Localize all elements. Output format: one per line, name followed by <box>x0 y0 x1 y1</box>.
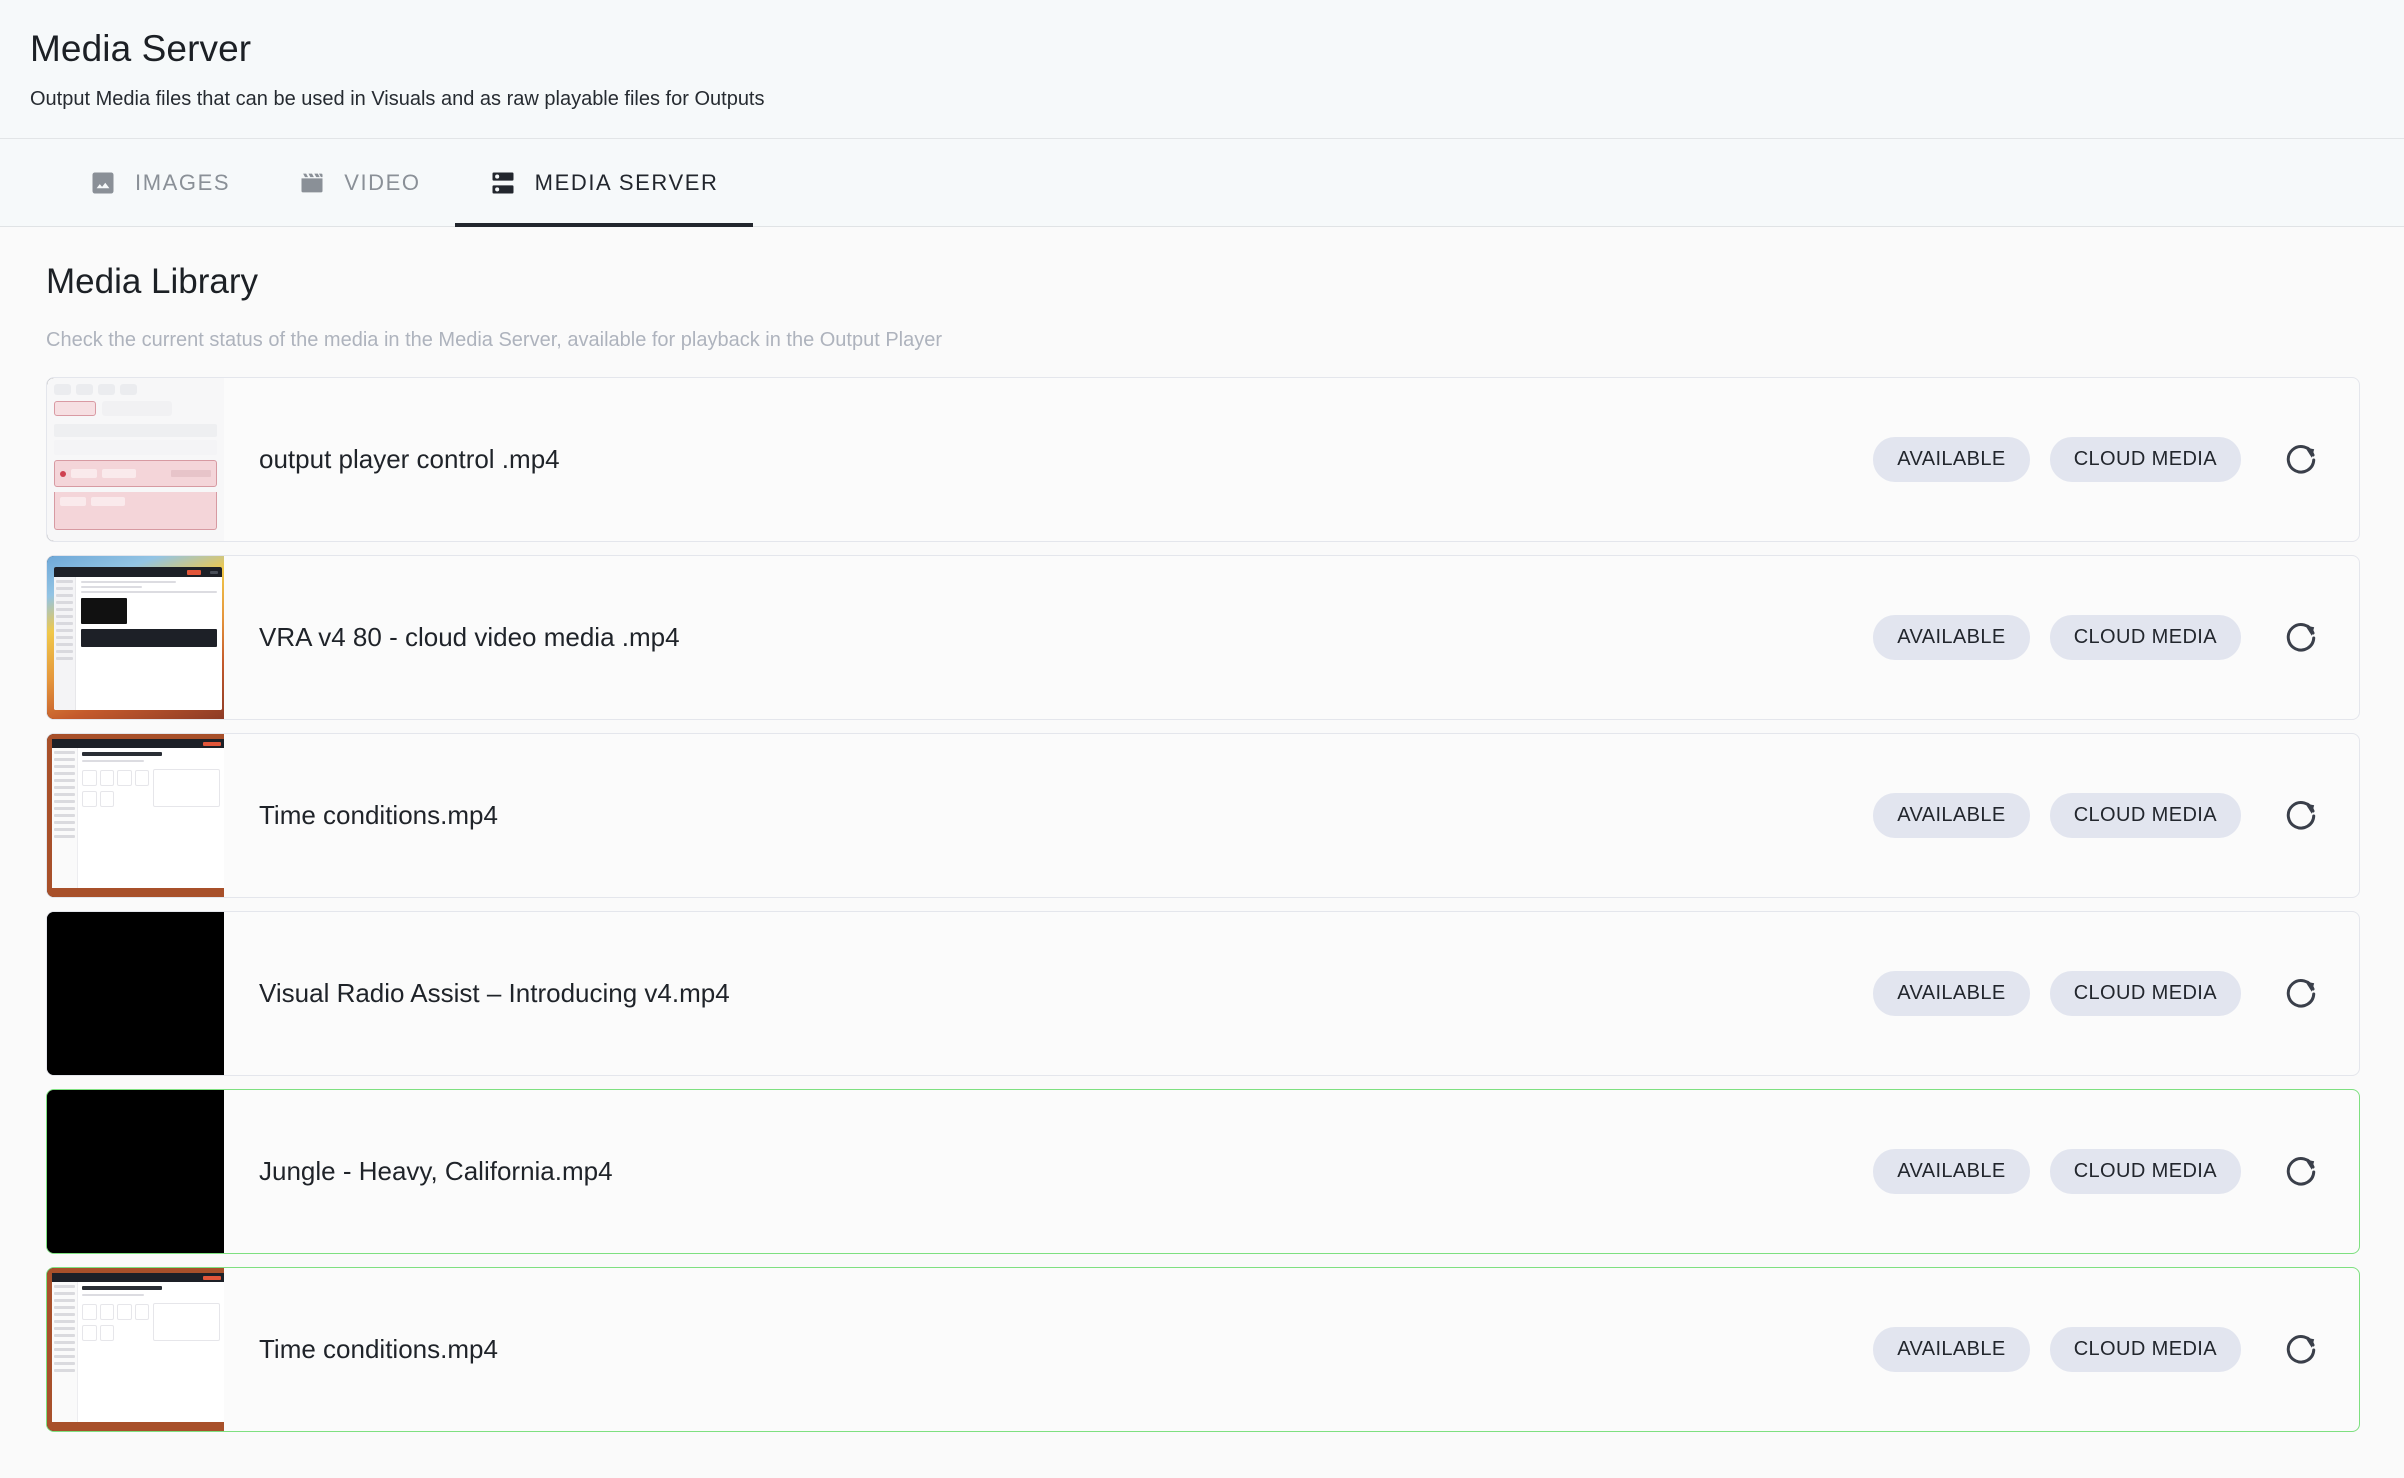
media-thumbnail <box>47 1268 224 1432</box>
media-row[interactable]: Time conditions.mp4 AVAILABLE CLOUD MEDI… <box>46 733 2360 899</box>
refresh-icon[interactable] <box>2275 434 2327 486</box>
status-badge[interactable]: AVAILABLE <box>1873 1327 2030 1373</box>
library-subtitle: Check the current status of the media in… <box>46 329 943 352</box>
tab-images[interactable]: IMAGES <box>55 139 264 226</box>
media-name: Time conditions.mp4 <box>259 800 498 831</box>
movie-icon <box>298 169 326 197</box>
media-row[interactable]: VRA v4 80 - cloud video media .mp4 AVAIL… <box>46 555 2360 721</box>
tab-bar: IMAGES VIDEO MEDIA SERVER <box>0 139 2404 228</box>
source-badge[interactable]: CLOUD MEDIA <box>2049 1149 2241 1195</box>
source-badge[interactable]: CLOUD MEDIA <box>2049 615 2241 661</box>
row-actions: AVAILABLE CLOUD MEDIA <box>1873 612 2359 664</box>
media-row[interactable]: output player control .mp4 AVAILABLE CLO… <box>46 377 2360 543</box>
page-subtitle: Output Media files that can be used in V… <box>30 88 765 111</box>
refresh-icon[interactable] <box>2275 1324 2327 1376</box>
media-thumbnail <box>47 378 224 542</box>
refresh-icon[interactable] <box>2275 1146 2327 1198</box>
row-actions: AVAILABLE CLOUD MEDIA <box>1873 968 2359 1020</box>
source-badge[interactable]: CLOUD MEDIA <box>2049 437 2241 483</box>
media-name: Jungle - Heavy, California.mp4 <box>259 1156 613 1187</box>
tab-media-server-label: MEDIA SERVER <box>534 169 719 195</box>
media-row[interactable]: Visual Radio Assist – Introducing v4.mp4… <box>46 911 2360 1077</box>
media-row[interactable]: Time conditions.mp4 AVAILABLE CLOUD MEDI… <box>46 1267 2360 1433</box>
tab-images-label: IMAGES <box>135 169 231 195</box>
library-title: Media Library <box>46 262 259 302</box>
media-thumbnail <box>47 1090 224 1254</box>
source-badge[interactable]: CLOUD MEDIA <box>2049 971 2241 1017</box>
media-thumbnail <box>47 556 224 720</box>
tab-video[interactable]: VIDEO <box>264 139 454 226</box>
media-list: output player control .mp4 AVAILABLE CLO… <box>46 377 2360 1433</box>
dns-icon <box>489 169 517 197</box>
refresh-icon[interactable] <box>2275 968 2327 1020</box>
page-title: Media Server <box>30 28 252 69</box>
media-row[interactable]: Jungle - Heavy, California.mp4 AVAILABLE… <box>46 1089 2360 1255</box>
status-badge[interactable]: AVAILABLE <box>1873 615 2030 661</box>
status-badge[interactable]: AVAILABLE <box>1873 793 2030 839</box>
tab-video-label: VIDEO <box>344 169 421 195</box>
source-badge[interactable]: CLOUD MEDIA <box>2049 793 2241 839</box>
media-name: output player control .mp4 <box>259 444 560 475</box>
tab-media-server[interactable]: MEDIA SERVER <box>454 139 753 228</box>
status-badge[interactable]: AVAILABLE <box>1873 971 2030 1017</box>
row-actions: AVAILABLE CLOUD MEDIA <box>1873 790 2359 842</box>
media-thumbnail <box>47 912 224 1076</box>
media-name: Time conditions.mp4 <box>259 1334 498 1365</box>
row-actions: AVAILABLE CLOUD MEDIA <box>1873 1146 2359 1198</box>
media-name: Visual Radio Assist – Introducing v4.mp4 <box>259 978 730 1009</box>
status-badge[interactable]: AVAILABLE <box>1873 1149 2030 1195</box>
media-name: VRA v4 80 - cloud video media .mp4 <box>259 622 680 653</box>
refresh-icon[interactable] <box>2275 790 2327 842</box>
row-actions: AVAILABLE CLOUD MEDIA <box>1873 1324 2359 1376</box>
refresh-icon[interactable] <box>2275 612 2327 664</box>
media-library-section: Media Library Check the current status o… <box>0 227 2404 1433</box>
page-header: Media Server Output Media files that can… <box>0 0 2404 140</box>
media-thumbnail <box>47 734 224 898</box>
status-badge[interactable]: AVAILABLE <box>1873 437 2030 483</box>
row-actions: AVAILABLE CLOUD MEDIA <box>1873 434 2359 486</box>
source-badge[interactable]: CLOUD MEDIA <box>2049 1327 2241 1373</box>
image-icon <box>89 169 117 197</box>
